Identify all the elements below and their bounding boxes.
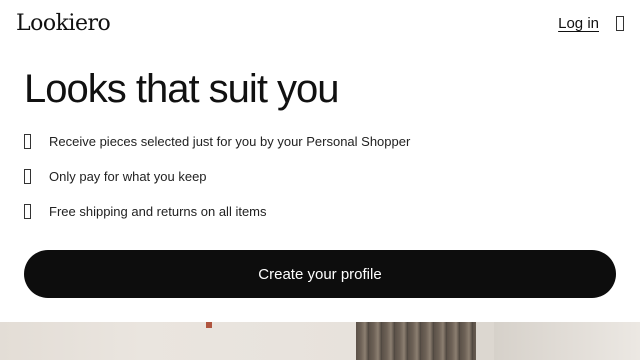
benefit-text: Receive pieces selected just for you by …	[49, 134, 411, 149]
benefit-text: Only pay for what you keep	[49, 169, 207, 184]
check-icon	[24, 204, 31, 219]
image-clothing-rack	[356, 322, 496, 360]
benefit-item: Receive pieces selected just for you by …	[24, 130, 410, 165]
image-rack-pole	[476, 322, 494, 360]
create-profile-button[interactable]: Create your profile	[24, 250, 616, 298]
image-accent-object	[206, 322, 212, 328]
menu-icon[interactable]	[616, 16, 624, 31]
check-icon	[24, 134, 31, 149]
check-icon	[24, 169, 31, 184]
image-right-area	[494, 322, 640, 360]
benefits-list: Receive pieces selected just for you by …	[24, 130, 410, 235]
site-header: Lookiero Log in	[0, 0, 640, 48]
login-link[interactable]: Log in	[558, 15, 599, 33]
benefit-text: Free shipping and returns on all items	[49, 204, 267, 219]
benefit-item: Free shipping and returns on all items	[24, 200, 410, 235]
hero-image	[0, 322, 640, 360]
hero-title: Looks that suit you	[24, 67, 340, 111]
image-wall-area	[0, 322, 356, 360]
benefit-item: Only pay for what you keep	[24, 165, 410, 200]
lookiero-logo[interactable]: Lookiero	[16, 10, 111, 38]
landing-page: Lookiero Log in Looks that suit you Rece…	[0, 0, 640, 360]
